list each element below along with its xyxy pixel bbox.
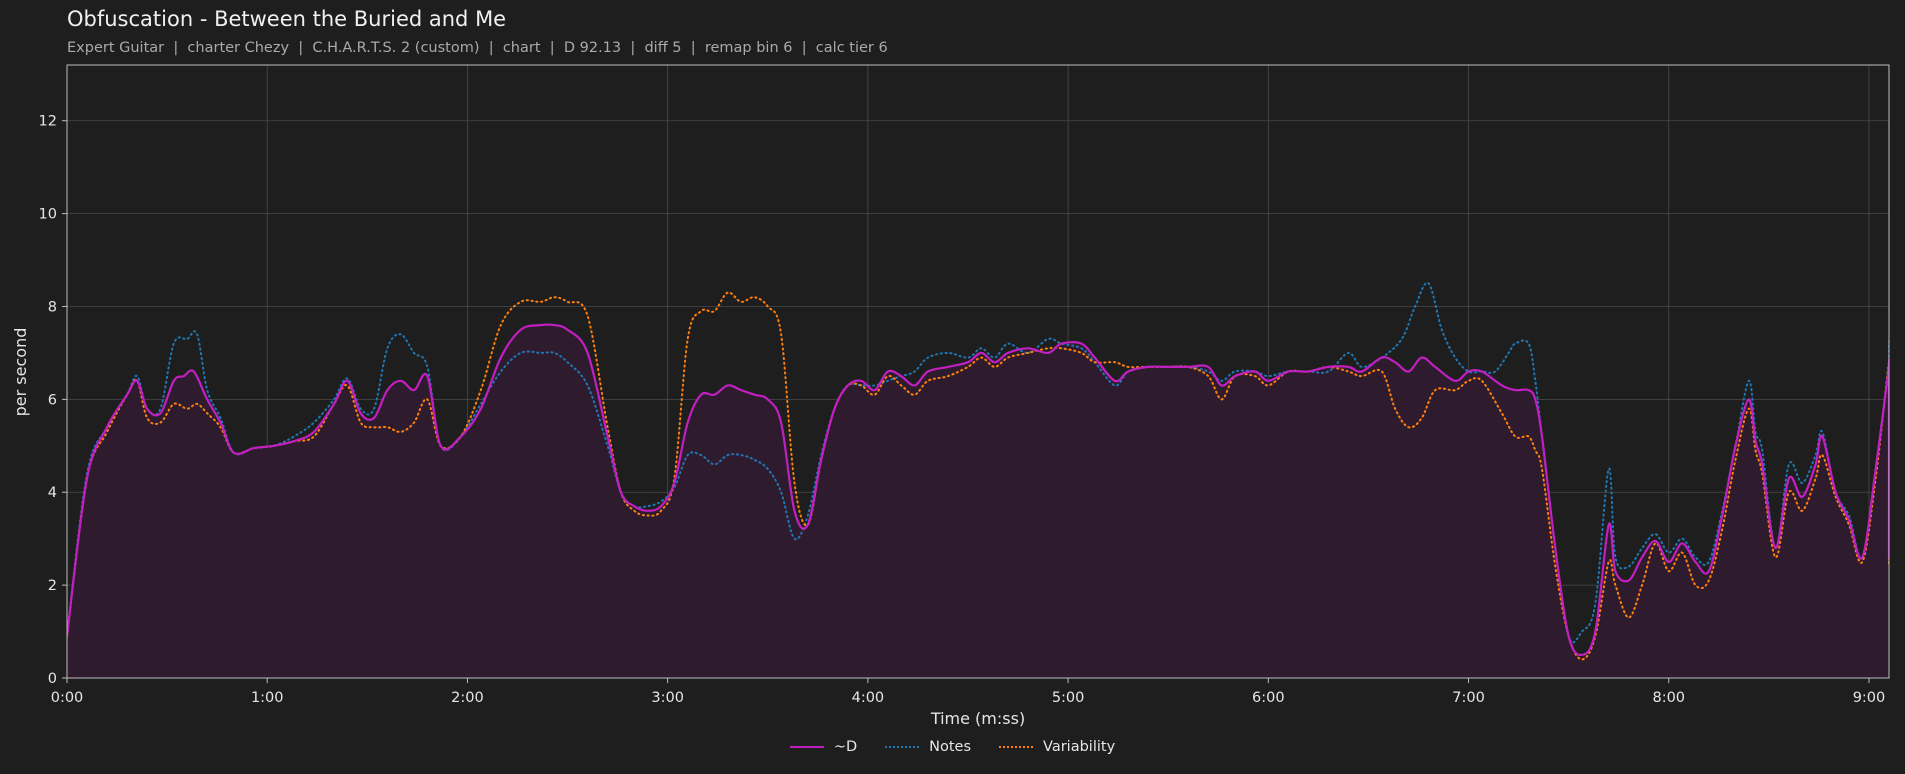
x-tick-label: 2:00 [451,690,484,706]
y-tick-label: 0 [48,671,57,687]
x-tick-label: 9:00 [1853,690,1886,706]
area-fill-d [67,324,1889,678]
x-tick-label: 6:00 [1252,690,1285,706]
y-tick-label: 10 [39,207,57,223]
x-tick-label: 4:00 [852,690,885,706]
y-axis-label: per second [11,328,30,417]
x-tick-label: 3:00 [651,690,684,706]
legend-item: Variability [999,736,1115,758]
y-tick-label: 6 [48,392,57,408]
y-tick-label: 2 [48,578,57,594]
x-tick-label: 0:00 [51,690,84,706]
legend-item: Notes [885,736,971,758]
chart-legend: ~D Notes Variability [0,736,1905,758]
area-fill-layer [67,324,1889,678]
x-axis-ticks: 0:00 1:00 2:00 3:00 4:00 5:00 6:00 7:00 8:00 9:00 [51,678,1886,706]
y-tick-label: 8 [48,299,57,315]
legend-item: ~D [789,736,858,758]
legend-label: Variability [1043,739,1116,755]
y-tick-label: 12 [39,114,57,130]
x-tick-label: 7:00 [1452,690,1485,706]
y-axis-ticks: 0 2 4 6 8 10 12 [39,114,67,687]
line-chart: 0:00 1:00 2:00 3:00 4:00 5:00 6:00 7:00 8:00 9:00… [11,64,1890,728]
y-tick-label: 4 [48,485,57,501]
x-tick-label: 1:00 [251,690,284,706]
legend-label: Notes [929,739,972,755]
legend-label: ~D [833,739,858,755]
legend-swatch [885,746,920,748]
x-axis-label: Time (m:ss) [930,709,1025,728]
x-tick-label: 5:00 [1052,690,1085,706]
legend-swatch [789,746,824,748]
x-tick-label: 8:00 [1652,690,1685,706]
legend-swatch [999,746,1034,748]
